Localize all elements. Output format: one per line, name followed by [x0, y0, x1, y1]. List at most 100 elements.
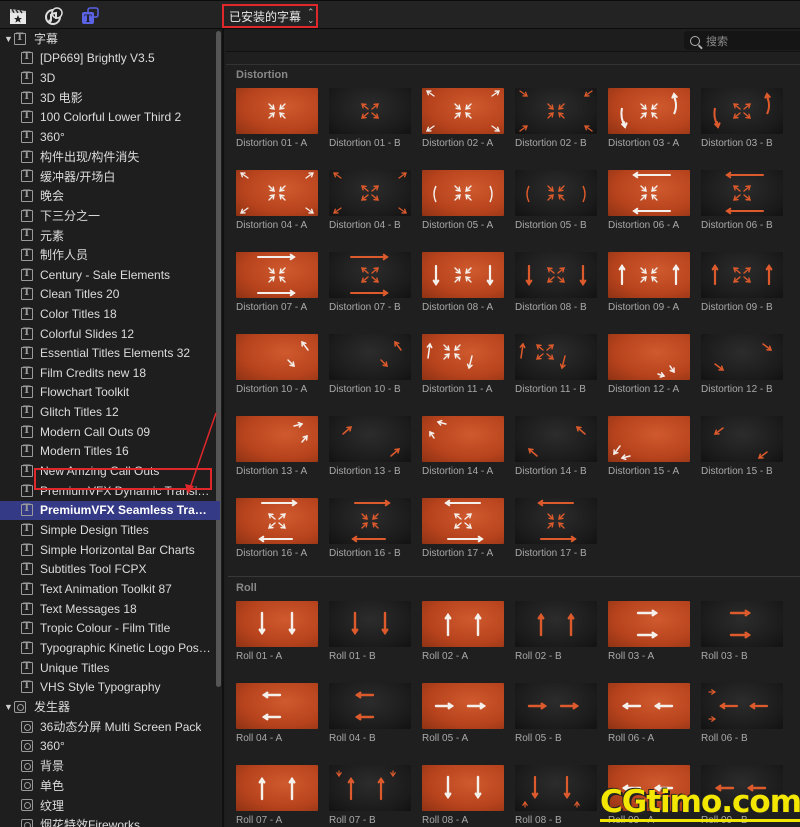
sidebar-item[interactable]: [DP669] Brightly V3.5 [0, 49, 220, 69]
sidebar-item[interactable]: Simple Horizontal Bar Charts [0, 540, 220, 560]
disclosure-triangle-icon[interactable]: ▼ [4, 702, 13, 712]
effect-thumbnail[interactable] [329, 252, 411, 298]
effect-thumbnail[interactable] [608, 88, 690, 134]
effect-thumbnail[interactable] [329, 498, 411, 544]
sidebar-item[interactable]: PremiumVFX Seamless Transiti... [0, 500, 220, 521]
sidebar-item[interactable]: 3D [0, 68, 220, 88]
titles-icon[interactable]: T [80, 6, 100, 26]
effect-thumbnail[interactable] [608, 416, 690, 462]
effect-thumbnail[interactable] [329, 416, 411, 462]
sidebar-item[interactable]: 单色 [0, 776, 220, 796]
sidebar-item[interactable]: Simple Design Titles [0, 520, 220, 540]
sidebar-item[interactable]: PremiumVFX Dynamic Transiti... [0, 481, 220, 501]
sidebar-item[interactable]: Typographic Kinetic Logo Post... [0, 638, 220, 658]
sidebar-item[interactable]: 晚会 [0, 186, 220, 206]
effect-thumbnail[interactable] [329, 334, 411, 380]
effect-thumbnail[interactable] [515, 683, 597, 729]
sidebar-item[interactable]: Subtitles Tool FCPX [0, 560, 220, 580]
sidebar-item[interactable]: Color Titles 18 [0, 304, 220, 324]
effect-thumbnail[interactable] [515, 334, 597, 380]
effect-thumbnail[interactable] [329, 170, 411, 216]
effect-thumbnail[interactable] [329, 601, 411, 647]
effect-thumbnail[interactable] [422, 334, 504, 380]
effect-thumbnail[interactable] [236, 88, 318, 134]
effect-thumbnail[interactable] [515, 252, 597, 298]
title-icon [21, 130, 33, 144]
sidebar-item[interactable]: 缓冲器/开场白 [0, 167, 220, 187]
effect-thumbnail[interactable] [701, 170, 783, 216]
effect-thumbnail[interactable] [701, 88, 783, 134]
search-input[interactable]: 搜索 [684, 31, 800, 50]
sidebar-item[interactable]: Film Credits new 18 [0, 363, 220, 383]
effect-thumbnail[interactable] [329, 88, 411, 134]
effect-thumbnail[interactable] [608, 334, 690, 380]
effect-thumbnail[interactable] [329, 765, 411, 811]
effect-thumbnail[interactable] [701, 601, 783, 647]
effect-thumbnail[interactable] [608, 170, 690, 216]
sidebar-item[interactable]: Text Messages 18 [0, 599, 220, 619]
sidebar-item[interactable]: Century - Sale Elements [0, 265, 220, 285]
sidebar-item[interactable]: 36动态分屏 Multi Screen Pack [0, 717, 220, 737]
sidebar-item[interactable]: 制作人员 [0, 245, 220, 265]
library-filter-dropdown[interactable]: 已安装的字幕 ⌃ ⌄ [222, 4, 318, 28]
arrow-graphic-icon [526, 185, 586, 203]
effect-thumbnail[interactable] [701, 416, 783, 462]
sidebar-item[interactable]: Modern Call Outs 09 [0, 422, 220, 442]
music-icon[interactable] [44, 6, 64, 26]
effect-thumbnail[interactable] [236, 765, 318, 811]
effect-thumbnail[interactable] [515, 498, 597, 544]
sidebar-item[interactable]: VHS Style Typography [0, 677, 220, 697]
disclosure-triangle-icon[interactable]: ▼ [4, 34, 13, 44]
sidebar-item[interactable]: Clean Titles 20 [0, 284, 220, 304]
sidebar-item[interactable]: 背景 [0, 756, 220, 776]
effect-thumbnail[interactable] [515, 416, 597, 462]
effect-thumbnail[interactable] [329, 683, 411, 729]
sidebar-item[interactable]: 100 Colorful Lower Third 2 [0, 108, 220, 128]
sidebar-item[interactable]: 下三分之一 [0, 206, 220, 226]
sidebar-item[interactable]: Unique Titles [0, 658, 220, 678]
sidebar-item[interactable]: 3D 电影 [0, 88, 220, 108]
sidebar-item[interactable]: Flowchart Toolkit [0, 383, 220, 403]
sidebar-item[interactable]: Colorful Slides 12 [0, 324, 220, 344]
sidebar-item[interactable]: 元素 [0, 226, 220, 246]
effect-thumbnail[interactable] [236, 252, 318, 298]
effect-thumbnail[interactable] [236, 601, 318, 647]
effect-thumbnail[interactable] [515, 601, 597, 647]
effect-thumbnail[interactable] [515, 170, 597, 216]
effect-thumbnail[interactable] [701, 683, 783, 729]
sidebar-item[interactable]: Text Animation Toolkit 87 [0, 579, 220, 599]
effect-thumbnail[interactable] [236, 334, 318, 380]
sidebar-group-0[interactable]: ▼ 字幕 [0, 29, 220, 49]
sidebar-item[interactable]: New Amzing Call Outs [0, 461, 220, 481]
sidebar-item[interactable]: Glitch Titles 12 [0, 402, 220, 422]
effect-thumbnail[interactable] [422, 498, 504, 544]
effect-thumbnail[interactable] [608, 252, 690, 298]
effect-thumbnail[interactable] [608, 601, 690, 647]
effect-thumbnail[interactable] [422, 601, 504, 647]
effect-thumbnail[interactable] [422, 765, 504, 811]
sidebar-item[interactable]: 360° [0, 127, 220, 147]
effect-thumbnail[interactable] [236, 416, 318, 462]
sidebar-group-1[interactable]: ▼ 发生器 [0, 697, 220, 717]
sidebar-item[interactable]: Modern Titles 16 [0, 442, 220, 462]
effect-thumbnail[interactable] [701, 252, 783, 298]
effect-thumbnail[interactable] [515, 88, 597, 134]
sidebar-item[interactable]: Essential Titles Elements 32 [0, 343, 220, 363]
effect-thumbnail[interactable] [236, 170, 318, 216]
photos-icon[interactable] [8, 6, 28, 26]
effect-thumbnail[interactable] [422, 683, 504, 729]
effect-thumbnail[interactable] [236, 683, 318, 729]
sidebar-item[interactable]: 纹理 [0, 795, 220, 815]
effect-thumbnail[interactable] [515, 765, 597, 811]
effect-thumbnail[interactable] [608, 683, 690, 729]
sidebar-item[interactable]: 360° [0, 736, 220, 756]
sidebar-item[interactable]: 烟花特效Fireworks [0, 815, 220, 827]
effect-thumbnail[interactable] [422, 88, 504, 134]
effect-thumbnail[interactable] [422, 252, 504, 298]
sidebar-item[interactable]: 构件出现/构件消失 [0, 147, 220, 167]
effect-thumbnail[interactable] [236, 498, 318, 544]
effect-thumbnail[interactable] [422, 416, 504, 462]
effect-thumbnail[interactable] [422, 170, 504, 216]
sidebar-item[interactable]: Tropic Colour - Film Title [0, 619, 220, 639]
effect-thumbnail[interactable] [701, 334, 783, 380]
